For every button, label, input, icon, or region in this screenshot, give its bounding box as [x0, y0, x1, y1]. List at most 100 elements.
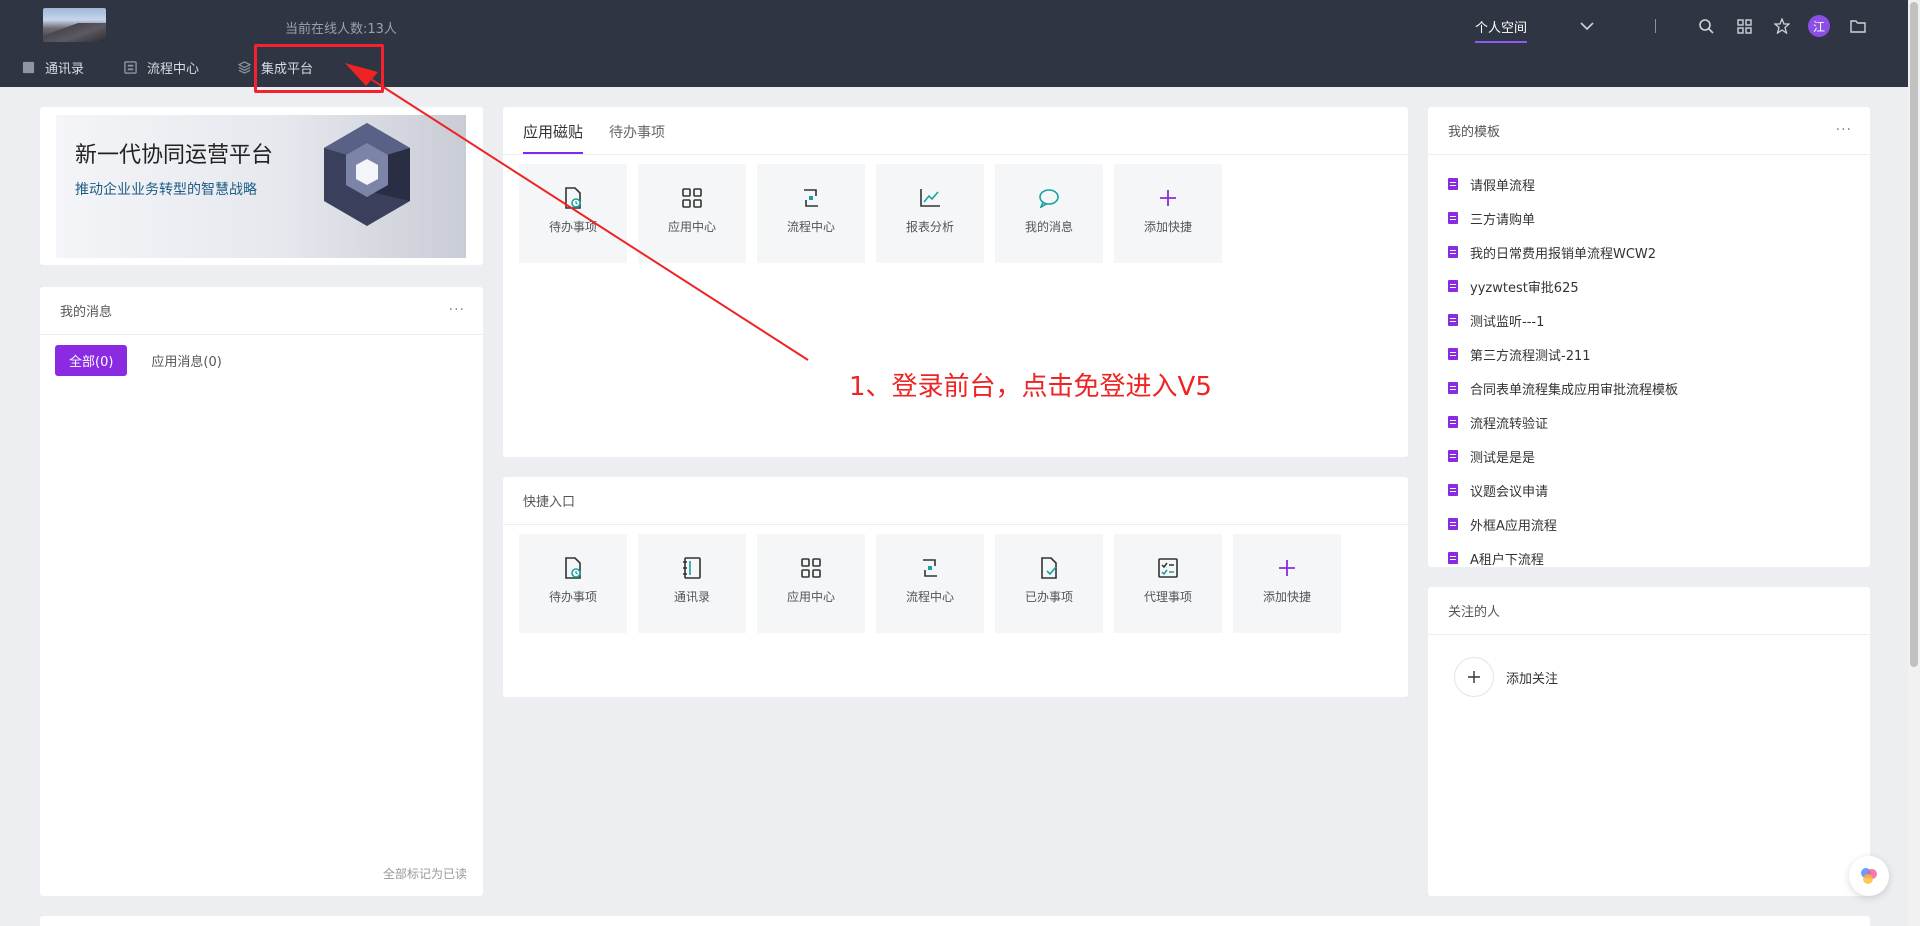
document-icon: [1448, 280, 1458, 292]
apps-icon: [799, 556, 823, 580]
bottom-card: [40, 916, 1870, 926]
todo-icon: [561, 186, 585, 210]
banner-image[interactable]: 新一代协同运营平台 推动企业业务转型的智慧战略: [56, 115, 466, 258]
template-item[interactable]: 请假单流程: [1448, 167, 1850, 201]
add-follow-button[interactable]: 添加关注: [1454, 657, 1558, 697]
template-label: 流程流转验证: [1470, 416, 1549, 432]
template-item[interactable]: 我的日常费用报销单流程WCW2: [1448, 235, 1850, 269]
tile-app-center[interactable]: 应用中心: [638, 164, 746, 263]
more-icon[interactable]: ···: [1836, 122, 1852, 138]
star-icon[interactable]: [1772, 16, 1792, 36]
quick-tile-contacts[interactable]: 通讯录: [638, 534, 746, 633]
template-label: 测试是是是: [1470, 450, 1536, 466]
nav-flow-center[interactable]: 流程中心: [124, 58, 199, 77]
top-right-tools: 个人空间 江: [1474, 13, 1868, 43]
template-item[interactable]: yyzwtest审批625: [1448, 269, 1850, 303]
plus-icon: [1454, 657, 1494, 697]
template-label: 第三方流程测试-211: [1470, 348, 1591, 364]
document-icon: [1448, 246, 1458, 258]
template-item[interactable]: 三方请购单: [1448, 201, 1850, 235]
tile-my-messages[interactable]: 我的消息: [995, 164, 1103, 263]
templates-title: 我的模板: [1448, 125, 1501, 140]
scrollbar[interactable]: [1908, 0, 1920, 926]
app-panel-tabs: 应用磁贴 待办事项: [503, 107, 1408, 155]
done-icon: [1037, 556, 1061, 580]
quick-tile-add-shortcut[interactable]: 添加快捷: [1233, 534, 1341, 633]
assistant-float-button[interactable]: [1849, 856, 1889, 896]
template-item[interactable]: 第三方流程测试-211: [1448, 337, 1850, 371]
tile-label: 应用中心: [786, 590, 835, 604]
tab-all-messages[interactable]: 全部(0): [55, 345, 128, 376]
tile-todo[interactable]: 待办事项: [519, 164, 627, 263]
template-label: yyzwtest审批625: [1470, 280, 1579, 296]
grid-icon[interactable]: [1734, 16, 1754, 36]
assistant-icon: [1861, 868, 1877, 884]
integration-highlight-box: [254, 44, 384, 93]
tile-label: 通讯录: [673, 590, 710, 604]
logo-image[interactable]: [43, 8, 106, 42]
template-item[interactable]: 测试监听---1: [1448, 303, 1850, 337]
templates-list: 请假单流程 三方请购单 我的日常费用报销单流程WCW2 yyzwtest审批62…: [1428, 155, 1870, 567]
tile-label: 添加快捷: [1262, 590, 1311, 604]
nav-flow-label: 流程中心: [147, 62, 200, 77]
banner-card: 新一代协同运营平台 推动企业业务转型的智慧战略: [40, 107, 483, 265]
quick-entry-card: 快捷入口 待办事项 通讯录 应用中心 流程中心 已办事项 代理事项 添加快捷: [503, 477, 1408, 697]
tile-flow-center[interactable]: 流程中心: [757, 164, 865, 263]
quick-tile-flow-center[interactable]: 流程中心: [876, 534, 984, 633]
chat-icon: [1037, 186, 1061, 210]
app-tiles: 待办事项 应用中心 流程中心 报表分析 我的消息 添加快捷: [519, 164, 1233, 263]
template-label: 外框A应用流程: [1470, 518, 1557, 534]
tile-add-shortcut[interactable]: 添加快捷: [1114, 164, 1222, 263]
avatar[interactable]: 江: [1808, 15, 1830, 37]
template-item[interactable]: A租户下流程: [1448, 541, 1850, 567]
tile-label: 流程中心: [905, 590, 954, 604]
scrollbar-thumb[interactable]: [1910, 2, 1918, 667]
tab-todo[interactable]: 待办事项: [609, 122, 665, 154]
document-icon: [1448, 178, 1458, 190]
search-icon[interactable]: [1696, 16, 1716, 36]
messages-tabs: 全部(0) 应用消息(0): [40, 335, 483, 386]
flow-icon: [124, 61, 137, 74]
quick-tiles: 待办事项 通讯录 应用中心 流程中心 已办事项 代理事项 添加快捷: [519, 534, 1352, 633]
tab-app-messages[interactable]: 应用消息(0): [151, 351, 221, 370]
template-label: 三方请购单: [1470, 212, 1536, 228]
quick-tile-proxy[interactable]: 代理事项: [1114, 534, 1222, 633]
template-label: 请假单流程: [1470, 178, 1536, 194]
nav-contacts[interactable]: 通讯录: [22, 58, 84, 77]
contacts-book-icon: [680, 556, 704, 580]
chart-icon: [918, 186, 942, 210]
personal-space-tab[interactable]: 个人空间: [1474, 17, 1528, 43]
quick-tile-done[interactable]: 已办事项: [995, 534, 1103, 633]
banner-title: 新一代协同运营平台: [75, 143, 274, 168]
quick-tile-app-center[interactable]: 应用中心: [757, 534, 865, 633]
online-count: 当前在线人数:13人: [285, 22, 397, 37]
follow-title: 关注的人: [1448, 605, 1501, 620]
document-icon: [1448, 450, 1458, 462]
tile-report-analysis[interactable]: 报表分析: [876, 164, 984, 263]
follow-header: 关注的人: [1428, 587, 1870, 635]
quick-entry-title: 快捷入口: [523, 495, 576, 510]
template-item[interactable]: 外框A应用流程: [1448, 507, 1850, 541]
quick-entry-header: 快捷入口: [503, 477, 1408, 525]
tile-label: 已办事项: [1024, 590, 1073, 604]
folder-icon[interactable]: [1848, 16, 1868, 36]
tile-label: 流程中心: [786, 220, 835, 234]
template-item[interactable]: 测试是是是: [1448, 439, 1850, 473]
quick-tile-todo[interactable]: 待办事项: [519, 534, 627, 633]
tab-app-tiles[interactable]: 应用磁贴: [523, 121, 584, 154]
plus-icon: [1275, 556, 1299, 580]
tile-label: 报表分析: [905, 220, 954, 234]
template-label: 议题会议申请: [1470, 484, 1549, 500]
mark-all-read-link[interactable]: 全部标记为已读: [383, 865, 467, 882]
messages-title: 我的消息: [60, 305, 113, 320]
template-item[interactable]: 合同表单流程集成应用审批流程模板: [1448, 371, 1850, 405]
chevron-down-icon[interactable]: [1577, 16, 1597, 36]
template-label: A租户下流程: [1470, 552, 1544, 568]
document-icon: [1448, 518, 1458, 530]
plus-icon: [1156, 186, 1180, 210]
more-icon[interactable]: ···: [449, 302, 465, 318]
template-item[interactable]: 流程流转验证: [1448, 405, 1850, 439]
layers-icon: [238, 61, 251, 74]
template-item[interactable]: 议题会议申请: [1448, 473, 1850, 507]
document-icon: [1448, 348, 1458, 360]
